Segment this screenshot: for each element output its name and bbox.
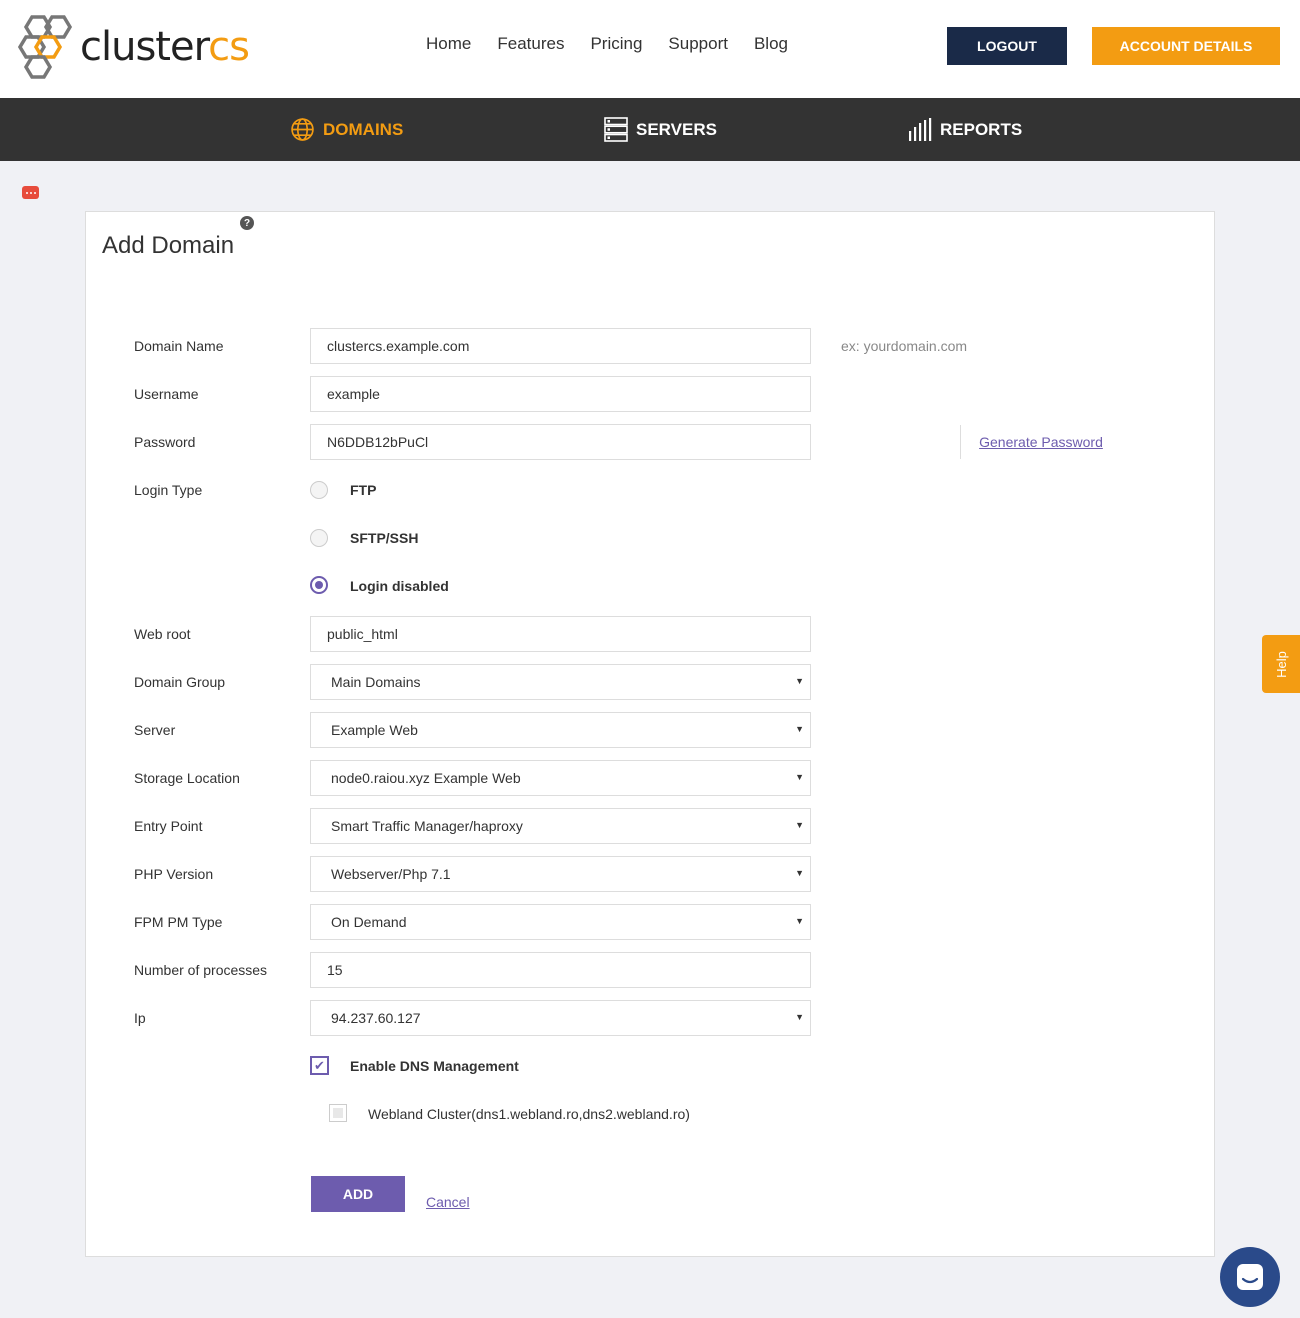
username-label: Username [134,386,199,402]
login-type-disabled-radio[interactable] [310,576,328,594]
dropdown-arrow-icon: ▼ [795,772,804,782]
username-value: example [327,386,380,402]
top-navigation: Home Features Pricing Support Blog [426,34,788,54]
nav-home[interactable]: Home [426,34,471,54]
account-details-button[interactable]: ACCOUNT DETAILS [1092,27,1280,65]
server-value: Example Web [331,722,418,738]
web-root-value: public_html [327,626,398,642]
clustercs-logo[interactable]: clustercs [18,14,298,80]
entry-point-label: Entry Point [134,818,203,834]
php-version-label: PHP Version [134,866,214,882]
processes-value: 15 [327,962,343,978]
storage-location-value: node0.raiou.xyz Example Web [331,770,521,786]
dropdown-arrow-icon: ▼ [795,868,804,878]
php-version-select[interactable]: Webserver/Php 7.1 ▼ [310,856,811,892]
login-type-sftp-label[interactable]: SFTP/SSH [350,530,418,546]
enable-dns-label[interactable]: Enable DNS Management [350,1058,519,1074]
logout-button[interactable]: LOGOUT [947,27,1067,65]
server-stack-icon [604,117,628,142]
help-tab-label: Help [1273,650,1289,678]
domain-name-hint: ex: yourdomain.com [841,338,968,354]
logo-text-cluster: cluster [80,24,209,70]
password-label: Password [134,434,196,450]
storage-location-select[interactable]: node0.raiou.xyz Example Web ▼ [310,760,811,796]
ip-select[interactable]: 94.237.60.127 ▼ [310,1000,811,1036]
generate-password-button[interactable]: Generate Password [960,425,1121,459]
domain-name-value: clustercs.example.com [327,338,470,354]
site-header: clustercs Home Features Pricing Support … [0,0,1300,98]
tab-reports[interactable]: REPORTS [908,98,1022,161]
live-chat-launcher[interactable] [1220,1247,1280,1307]
login-type-ftp-radio[interactable] [310,481,328,499]
entry-point-value: Smart Traffic Manager/haproxy [331,818,523,834]
domain-name-input[interactable]: clustercs.example.com [310,328,811,364]
tab-servers-label: SERVERS [636,119,717,139]
ip-value: 94.237.60.127 [331,1010,421,1026]
server-label: Server [134,722,176,738]
ip-label: Ip [134,1010,146,1026]
add-button[interactable]: ADD [311,1176,405,1212]
fpm-type-label: FPM PM Type [134,914,223,930]
password-value: N6DDB12bPuCl [327,434,429,450]
nav-features[interactable]: Features [497,34,564,54]
web-root-label: Web root [134,626,191,642]
storage-location-label: Storage Location [134,770,240,786]
main-navigation-bar: DOMAINS SERVERS REPORTS [0,98,1300,161]
domain-group-value: Main Domains [331,674,421,690]
login-type-ftp-label[interactable]: FTP [350,482,376,498]
page-title: Add Domain [102,232,235,259]
nav-support[interactable]: Support [668,34,728,54]
help-question-icon[interactable]: ? [240,216,254,230]
tab-domains-label: DOMAINS [323,119,404,139]
nav-pricing[interactable]: Pricing [590,34,642,54]
chat-icon [1237,1264,1263,1290]
enable-dns-checkbox[interactable]: ✔ [310,1056,329,1075]
processes-label: Number of processes [134,962,268,978]
php-version-value: Webserver/Php 7.1 [331,866,451,882]
tab-domains[interactable]: DOMAINS [290,98,403,161]
domain-group-label: Domain Group [134,674,226,690]
dropdown-arrow-icon: ▼ [795,724,804,734]
fpm-type-select[interactable]: On Demand ▼ [310,904,811,940]
fpm-type-value: On Demand [331,914,407,930]
web-root-input[interactable]: public_html [310,616,811,652]
login-type-label: Login Type [134,482,203,498]
username-input[interactable]: example [310,376,811,412]
bar-chart-icon [909,118,932,141]
checkmark-icon: ✔ [314,1057,325,1073]
dropdown-arrow-icon: ▼ [795,676,804,686]
dns-cluster-checkbox[interactable] [329,1104,347,1122]
help-side-tab[interactable]: Help [1262,635,1300,693]
processes-input[interactable]: 15 [310,952,811,988]
login-type-sftp-radio[interactable] [310,529,328,547]
logo-wordmark: clustercs [80,24,250,70]
tab-servers[interactable]: SERVERS [604,98,717,161]
dropdown-arrow-icon: ▼ [795,916,804,926]
entry-point-select[interactable]: Smart Traffic Manager/haproxy ▼ [310,808,811,844]
hexagon-logo-icon [18,15,73,79]
chat-bubble-icon[interactable] [22,186,39,199]
globe-icon [291,118,314,141]
server-select[interactable]: Example Web ▼ [310,712,811,748]
tab-reports-label: REPORTS [940,119,1023,139]
password-input[interactable]: N6DDB12bPuCl Generate Password [310,424,1103,460]
dns-cluster-label[interactable]: Webland Cluster(dns1.webland.ro,dns2.web… [368,1106,690,1122]
dropdown-arrow-icon: ▼ [795,1012,804,1022]
logo-text-cs: cs [208,24,250,70]
login-type-disabled-label[interactable]: Login disabled [350,578,449,594]
dropdown-arrow-icon: ▼ [795,820,804,830]
cancel-link[interactable]: Cancel [426,1194,470,1210]
domain-group-select[interactable]: Main Domains ▼ [310,664,811,700]
domain-name-label: Domain Name [134,338,224,354]
nav-blog[interactable]: Blog [754,34,788,54]
